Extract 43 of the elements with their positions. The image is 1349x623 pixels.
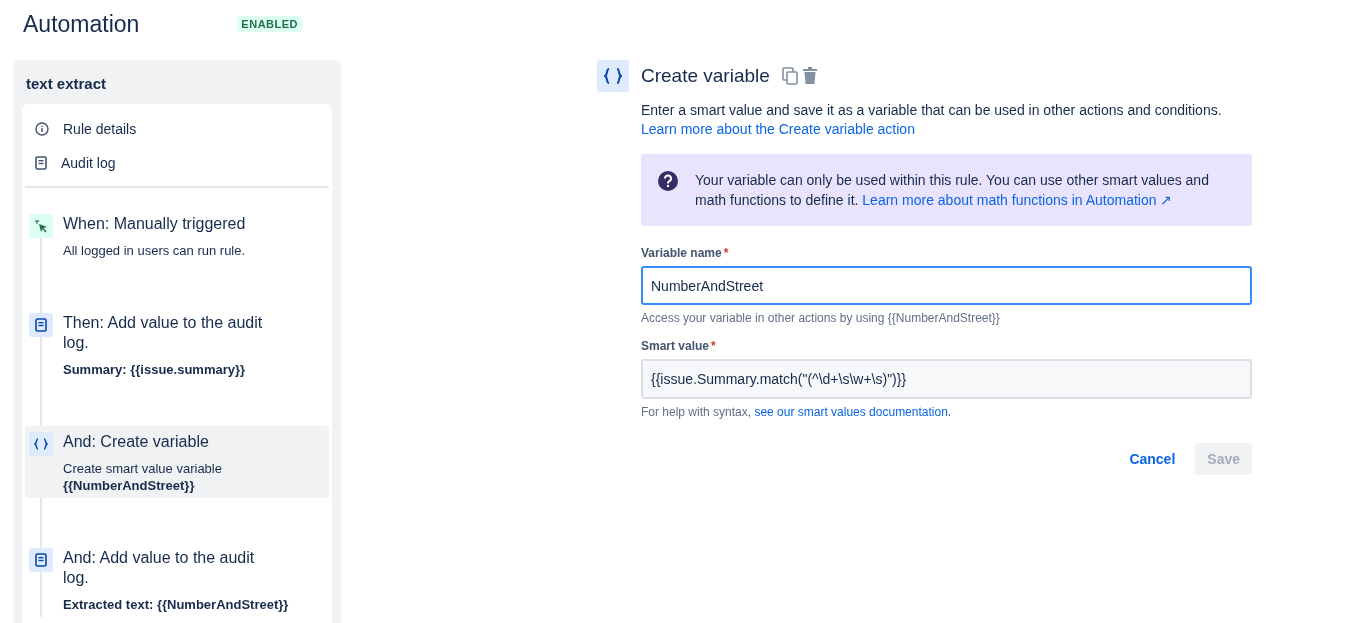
info-icon [35,122,49,136]
field-label: Smart value [641,339,710,353]
cursor-click-icon [34,219,48,233]
step-title: And: Add value to the audit log. [63,548,256,588]
cancel-button[interactable]: Cancel [1117,443,1188,475]
page-title: Automation [23,10,140,38]
braces-icon [597,60,629,92]
rule-step[interactable]: Then: Add value to the audit log. Summary: {{issue.summary}} [25,307,329,382]
braces-icon [34,438,48,450]
required-mark: * [711,339,716,353]
learn-more-link[interactable]: Learn more about the Create variable action [641,121,915,137]
help-text: For help with syntax, see our smart values documentation. [641,405,953,419]
rule-step[interactable]: And: Create variable Create smart value variable {{NumberAndStreet}} [25,426,329,498]
step-detail: Create smart value variable [63,460,223,477]
copy-icon[interactable] [781,67,798,85]
panel-title: Create variable [641,65,770,87]
sidebar-link[interactable]: Rule details [25,112,329,146]
document-icon [35,156,47,170]
step-title: Then: Add value to the audit log. [63,313,264,353]
field-label: Variable name [641,246,722,260]
step-detail: Extracted text: {{NumberAndStreet}} [63,596,290,613]
help-icon [657,170,679,192]
step-detail: All logged in users can run rule. [63,242,247,259]
status-badge: ENABLED [237,16,303,32]
trash-icon[interactable] [801,67,818,85]
notice-text: Your variable can only be used within this rule. You can use other smart values and math functions to define it. Learn more about math functions in Automation ↗ [695,171,1210,210]
input-field[interactable]: NumberAndStreet [641,266,1252,305]
rule-name: text extract [25,74,108,94]
step-title: And: Create variable [63,432,210,452]
document-icon [35,318,47,332]
sidebar-link[interactable]: Audit log [25,146,329,180]
math-functions-link[interactable]: Learn more about math functions in Automation ↗ [862,192,1173,208]
rule-step[interactable]: When: Manually triggered All logged in users can run rule. [25,208,329,263]
documentation-link[interactable]: see our smart values documentation. [754,405,952,419]
step-title: When: Manually triggered [63,214,247,234]
help-text: Access your variable in other actions by using {{NumberAndStreet}} [641,311,1001,325]
step-detail: Summary: {{issue.summary}} [63,361,247,378]
required-mark: * [723,246,729,260]
input-field[interactable]: {{issue.Summary.match("(^\d+\s\w+\s)")}} [641,359,1252,399]
document-icon [35,553,47,567]
rule-step[interactable]: And: Add value to the audit log. Extracted text: {{NumberAndStreet}} [25,542,329,617]
step-detail: {{NumberAndStreet}} [63,477,196,494]
description: Enter a smart value and save it as a variable that can be used in other actions and conditions. [641,101,1223,120]
